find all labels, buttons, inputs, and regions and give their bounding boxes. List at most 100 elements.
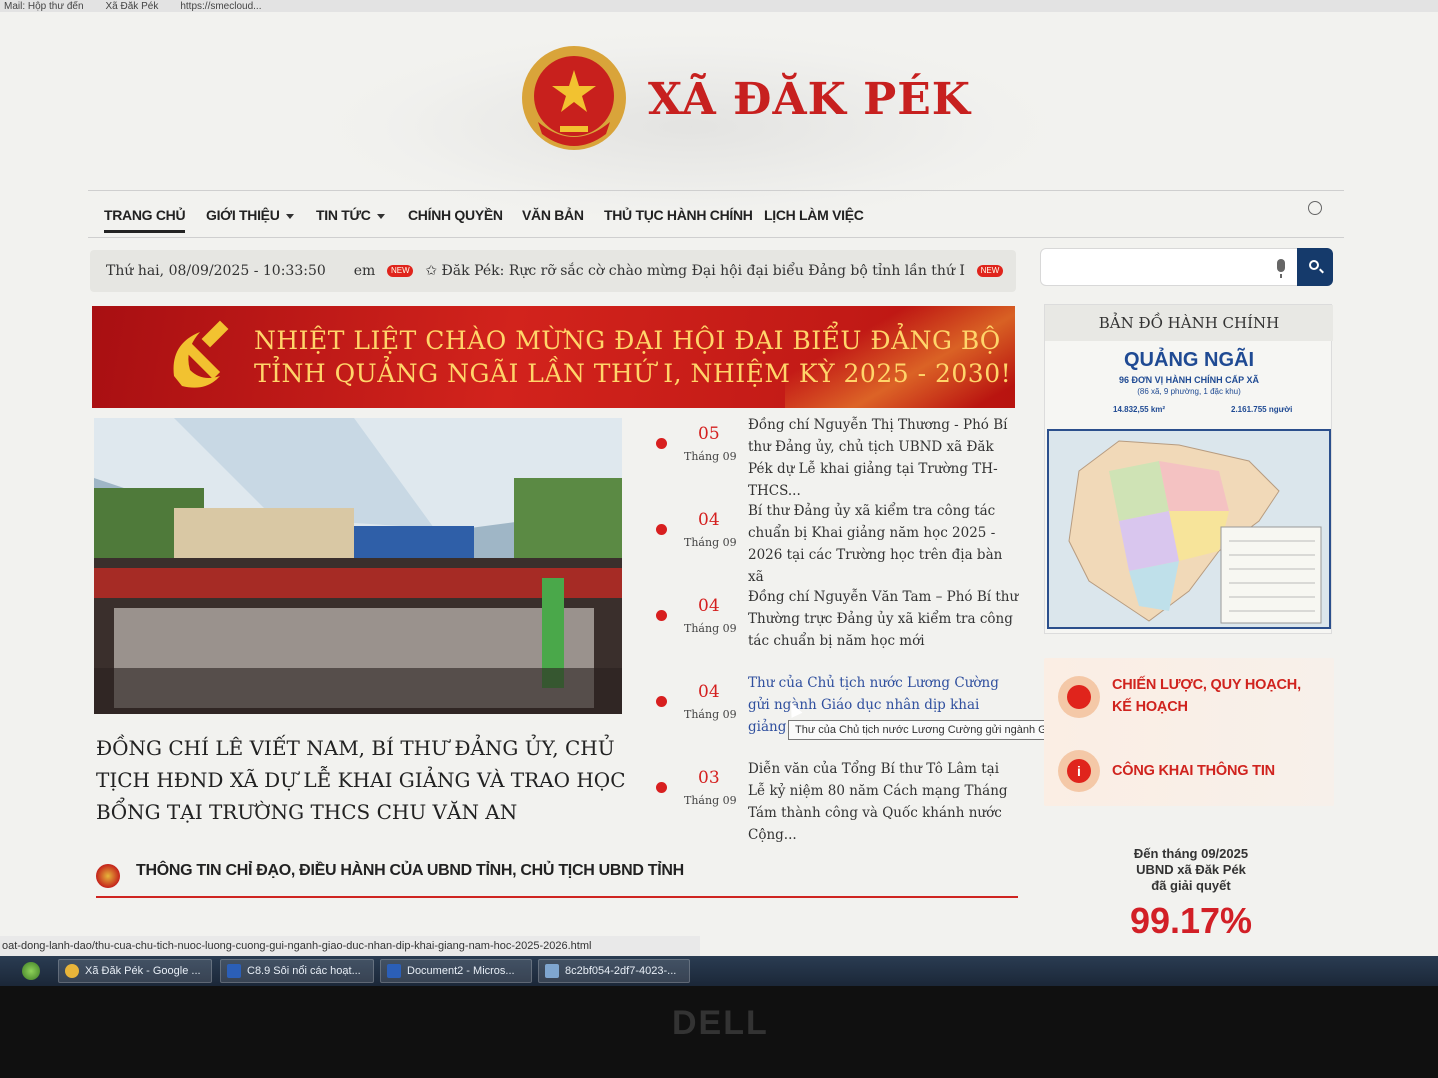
bullet-dot-icon	[656, 782, 667, 793]
banner-text: NHIỆT LIỆT CHÀO MỪNG ĐẠI HỘI ĐẠI BIỂU ĐẢ…	[254, 324, 1011, 390]
resolution-stat-value: 99.17%	[1129, 900, 1253, 941]
current-datetime: Thứ hai, 08/09/2025 - 10:33:50	[106, 263, 326, 279]
monitor-icon-inner	[1067, 685, 1091, 709]
admin-map-widget[interactable]: BẢN ĐỒ HÀNH CHÍNH QUẢNG NGÃI 96 ĐƠN VỊ H…	[1044, 304, 1333, 634]
map-heading: BẢN ĐỒ HÀNH CHÍNH	[1045, 305, 1333, 341]
start-button[interactable]	[22, 962, 40, 980]
site-title[interactable]: XÃ ĐĂK PÉK	[648, 74, 971, 125]
link-strategy-planning[interactable]: CHIẾN LƯỢC, QUY HOẠCH, KẾ HOẠCH	[1112, 674, 1301, 718]
taskbar-item-label: 8c2bf054-2df7-4023-...	[565, 965, 677, 977]
section-divider	[96, 896, 1018, 898]
bullet-dot-icon	[656, 524, 667, 535]
section-title[interactable]: THÔNG TIN CHỈ ĐẠO, ĐIỀU HÀNH CỦA UBND TỈ…	[136, 862, 684, 880]
banner-line: TỈNH QUẢNG NGÃI LẦN THỨ I, NHIỆM KỲ 2025…	[254, 359, 1012, 388]
info-icon-inner: i	[1067, 759, 1091, 783]
search-icon	[1309, 260, 1319, 270]
bookmark-item[interactable]: Xã Đăk Pék	[106, 1, 159, 12]
info-icon[interactable]: i	[1058, 750, 1100, 792]
browser-viewport: XÃ ĐĂK PÉK TRANG CHỦ GIỚI THIỆU TIN TỨC …	[0, 12, 1438, 956]
new-badge: NEW	[387, 265, 414, 277]
congress-banner[interactable]: NHIỆT LIỆT CHÀO MỪNG ĐẠI HỘI ĐẠI BIỂU ĐẢ…	[92, 306, 1015, 408]
news-list-item[interactable]: 04 Tháng 09 Đồng chí Nguyễn Văn Tam – Ph…	[656, 586, 1020, 670]
bullet-dot-icon	[656, 438, 667, 449]
nav-item-tin-tuc[interactable]: TIN TỨC	[316, 207, 385, 223]
national-emblem-icon[interactable]	[516, 42, 632, 158]
bookmark-item[interactable]: Mail: Hộp thư đến	[4, 1, 84, 12]
map-subtitle: 96 ĐƠN VỊ HÀNH CHÍNH CẤP XÃ	[1118, 375, 1260, 385]
news-month: Tháng 09	[684, 708, 737, 721]
nav-item-label: LỊCH LÀM VIỆC	[764, 207, 864, 223]
news-list-item[interactable]: 05 Tháng 09 Đồng chí Nguyễn Thị Thương -…	[656, 414, 1020, 499]
nav-item-label: TRANG CHỦ	[104, 207, 186, 223]
news-day: 05	[698, 424, 720, 444]
ticker-fragment[interactable]: em	[354, 263, 376, 279]
news-month: Tháng 09	[684, 794, 737, 807]
news-list-item[interactable]: 04 Tháng 09 Thư của Chủ tịch nước Lương …	[656, 672, 1020, 756]
chrome-icon	[65, 964, 79, 978]
taskbar-item-label: Xã Đăk Pék - Google ...	[85, 965, 201, 977]
bookmark-bar: Mail: Hộp thư đến Xã Đăk Pék https://sme…	[0, 0, 1438, 12]
bullet-dot-icon	[656, 696, 667, 707]
search-input[interactable]	[1049, 255, 1269, 279]
link-public-information[interactable]: CÔNG KHAI THÔNG TIN	[1112, 760, 1275, 782]
news-day: 03	[698, 768, 720, 788]
news-title[interactable]: Đồng chí Nguyễn Văn Tam – Phó Bí thư Thư…	[748, 586, 1020, 652]
feature-photo-image	[94, 418, 622, 714]
ticker-headline[interactable]: ✩ Đăk Pék: Rực rỡ sắc cờ chào mừng Đại h…	[425, 263, 965, 279]
microphone-icon[interactable]	[1277, 259, 1285, 278]
word-icon	[387, 964, 401, 978]
bookmark-item[interactable]: https://smecloud...	[180, 1, 261, 12]
emblem-small-icon	[96, 864, 120, 888]
feature-photo[interactable]	[94, 418, 622, 714]
nav-item-label: THỦ TỤC HÀNH CHÍNH	[604, 207, 753, 223]
nav-item-label: GIỚI THIỆU	[206, 207, 280, 223]
news-day: 04	[698, 682, 720, 702]
nav-item-label: CHÍNH QUYỀN	[408, 207, 503, 223]
nav-item-trang-chu[interactable]: TRANG CHỦ	[104, 207, 186, 233]
feature-article-title[interactable]: ĐỒNG CHÍ LÊ VIẾT NAM, BÍ THƯ ĐẢNG ỦY, CH…	[96, 732, 626, 828]
nav-item-thu-tuc-hanh-chinh[interactable]: THỦ TỤC HÀNH CHÍNH	[604, 207, 753, 223]
word-icon	[227, 964, 241, 978]
new-badge: NEW	[976, 265, 1003, 277]
news-list-item[interactable]: 04 Tháng 09 Bí thư Đảng ủy xã kiểm tra c…	[656, 500, 1020, 585]
monitor-bezel: DELL	[0, 986, 1438, 1078]
news-day: 04	[698, 596, 720, 616]
map-subtitle-detail: (86 xã, 9 phường, 1 đặc khu)	[1137, 387, 1241, 396]
news-day: 04	[698, 510, 720, 530]
news-title[interactable]: Bí thư Đảng ủy xã kiểm tra công tác chuẩ…	[748, 500, 1020, 588]
stat-line: Đến tháng 09/2025	[1133, 846, 1249, 861]
monitor-brand-logo: DELL	[672, 1004, 769, 1042]
news-title[interactable]: Diễn văn của Tổng Bí thư Tô Lâm tại Lễ k…	[748, 758, 1020, 846]
taskbar-item-chrome[interactable]: Xã Đăk Pék - Google ...	[58, 959, 212, 983]
chevron-down-icon	[285, 213, 294, 219]
search-box	[1040, 248, 1333, 286]
news-month: Tháng 09	[684, 536, 737, 549]
province-map-graphic	[1049, 431, 1329, 627]
news-month: Tháng 09	[684, 622, 737, 635]
news-month: Tháng 09	[684, 450, 737, 463]
nav-item-van-ban[interactable]: VĂN BẢN	[522, 207, 584, 223]
monitor-icon[interactable]	[1058, 676, 1100, 718]
nav-item-label: VĂN BẢN	[522, 207, 584, 223]
nav-item-lich-lam-viec[interactable]: LỊCH LÀM VIỆC	[764, 207, 864, 223]
news-title[interactable]: Đồng chí Nguyễn Thị Thương - Phó Bí thư …	[748, 414, 1020, 502]
chevron-down-icon	[376, 213, 385, 219]
nav-item-chinh-quyen[interactable]: CHÍNH QUYỀN	[408, 207, 503, 223]
quick-links-panel: CHIẾN LƯỢC, QUY HOẠCH, KẾ HOẠCH i CÔNG K…	[1044, 658, 1334, 806]
nav-item-gioi-thieu[interactable]: GIỚI THIỆU	[206, 207, 294, 223]
map-image[interactable]	[1047, 429, 1331, 629]
nav-item-label: TIN TỨC	[316, 207, 371, 223]
taskbar-item-label: Document2 - Micros...	[407, 965, 515, 977]
user-icon[interactable]	[1308, 201, 1322, 215]
news-list-item[interactable]: 03 Tháng 09 Diễn văn của Tổng Bí thư Tô …	[656, 758, 1020, 843]
map-province: QUẢNG NGÃI	[1124, 349, 1254, 371]
link-label-line: CÔNG KHAI THÔNG TIN	[1112, 763, 1275, 779]
status-bar-url: oat-dong-lanh-dao/thu-cua-chu-tich-nuoc-…	[0, 936, 700, 956]
main-navigation: TRANG CHỦ GIỚI THIỆU TIN TỨC CHÍNH QUYỀN…	[88, 190, 1344, 238]
taskbar-item-image[interactable]: 8c2bf054-2df7-4023-...	[538, 959, 690, 983]
taskbar-item-word-1[interactable]: C8.9 Sôi nổi các hoạt...	[220, 959, 374, 983]
taskbar-item-label: C8.9 Sôi nổi các hoạt...	[247, 965, 361, 977]
stat-line: đã giải quyết	[1151, 878, 1231, 893]
search-button[interactable]	[1297, 248, 1333, 286]
taskbar-item-word-2[interactable]: Document2 - Micros...	[380, 959, 532, 983]
